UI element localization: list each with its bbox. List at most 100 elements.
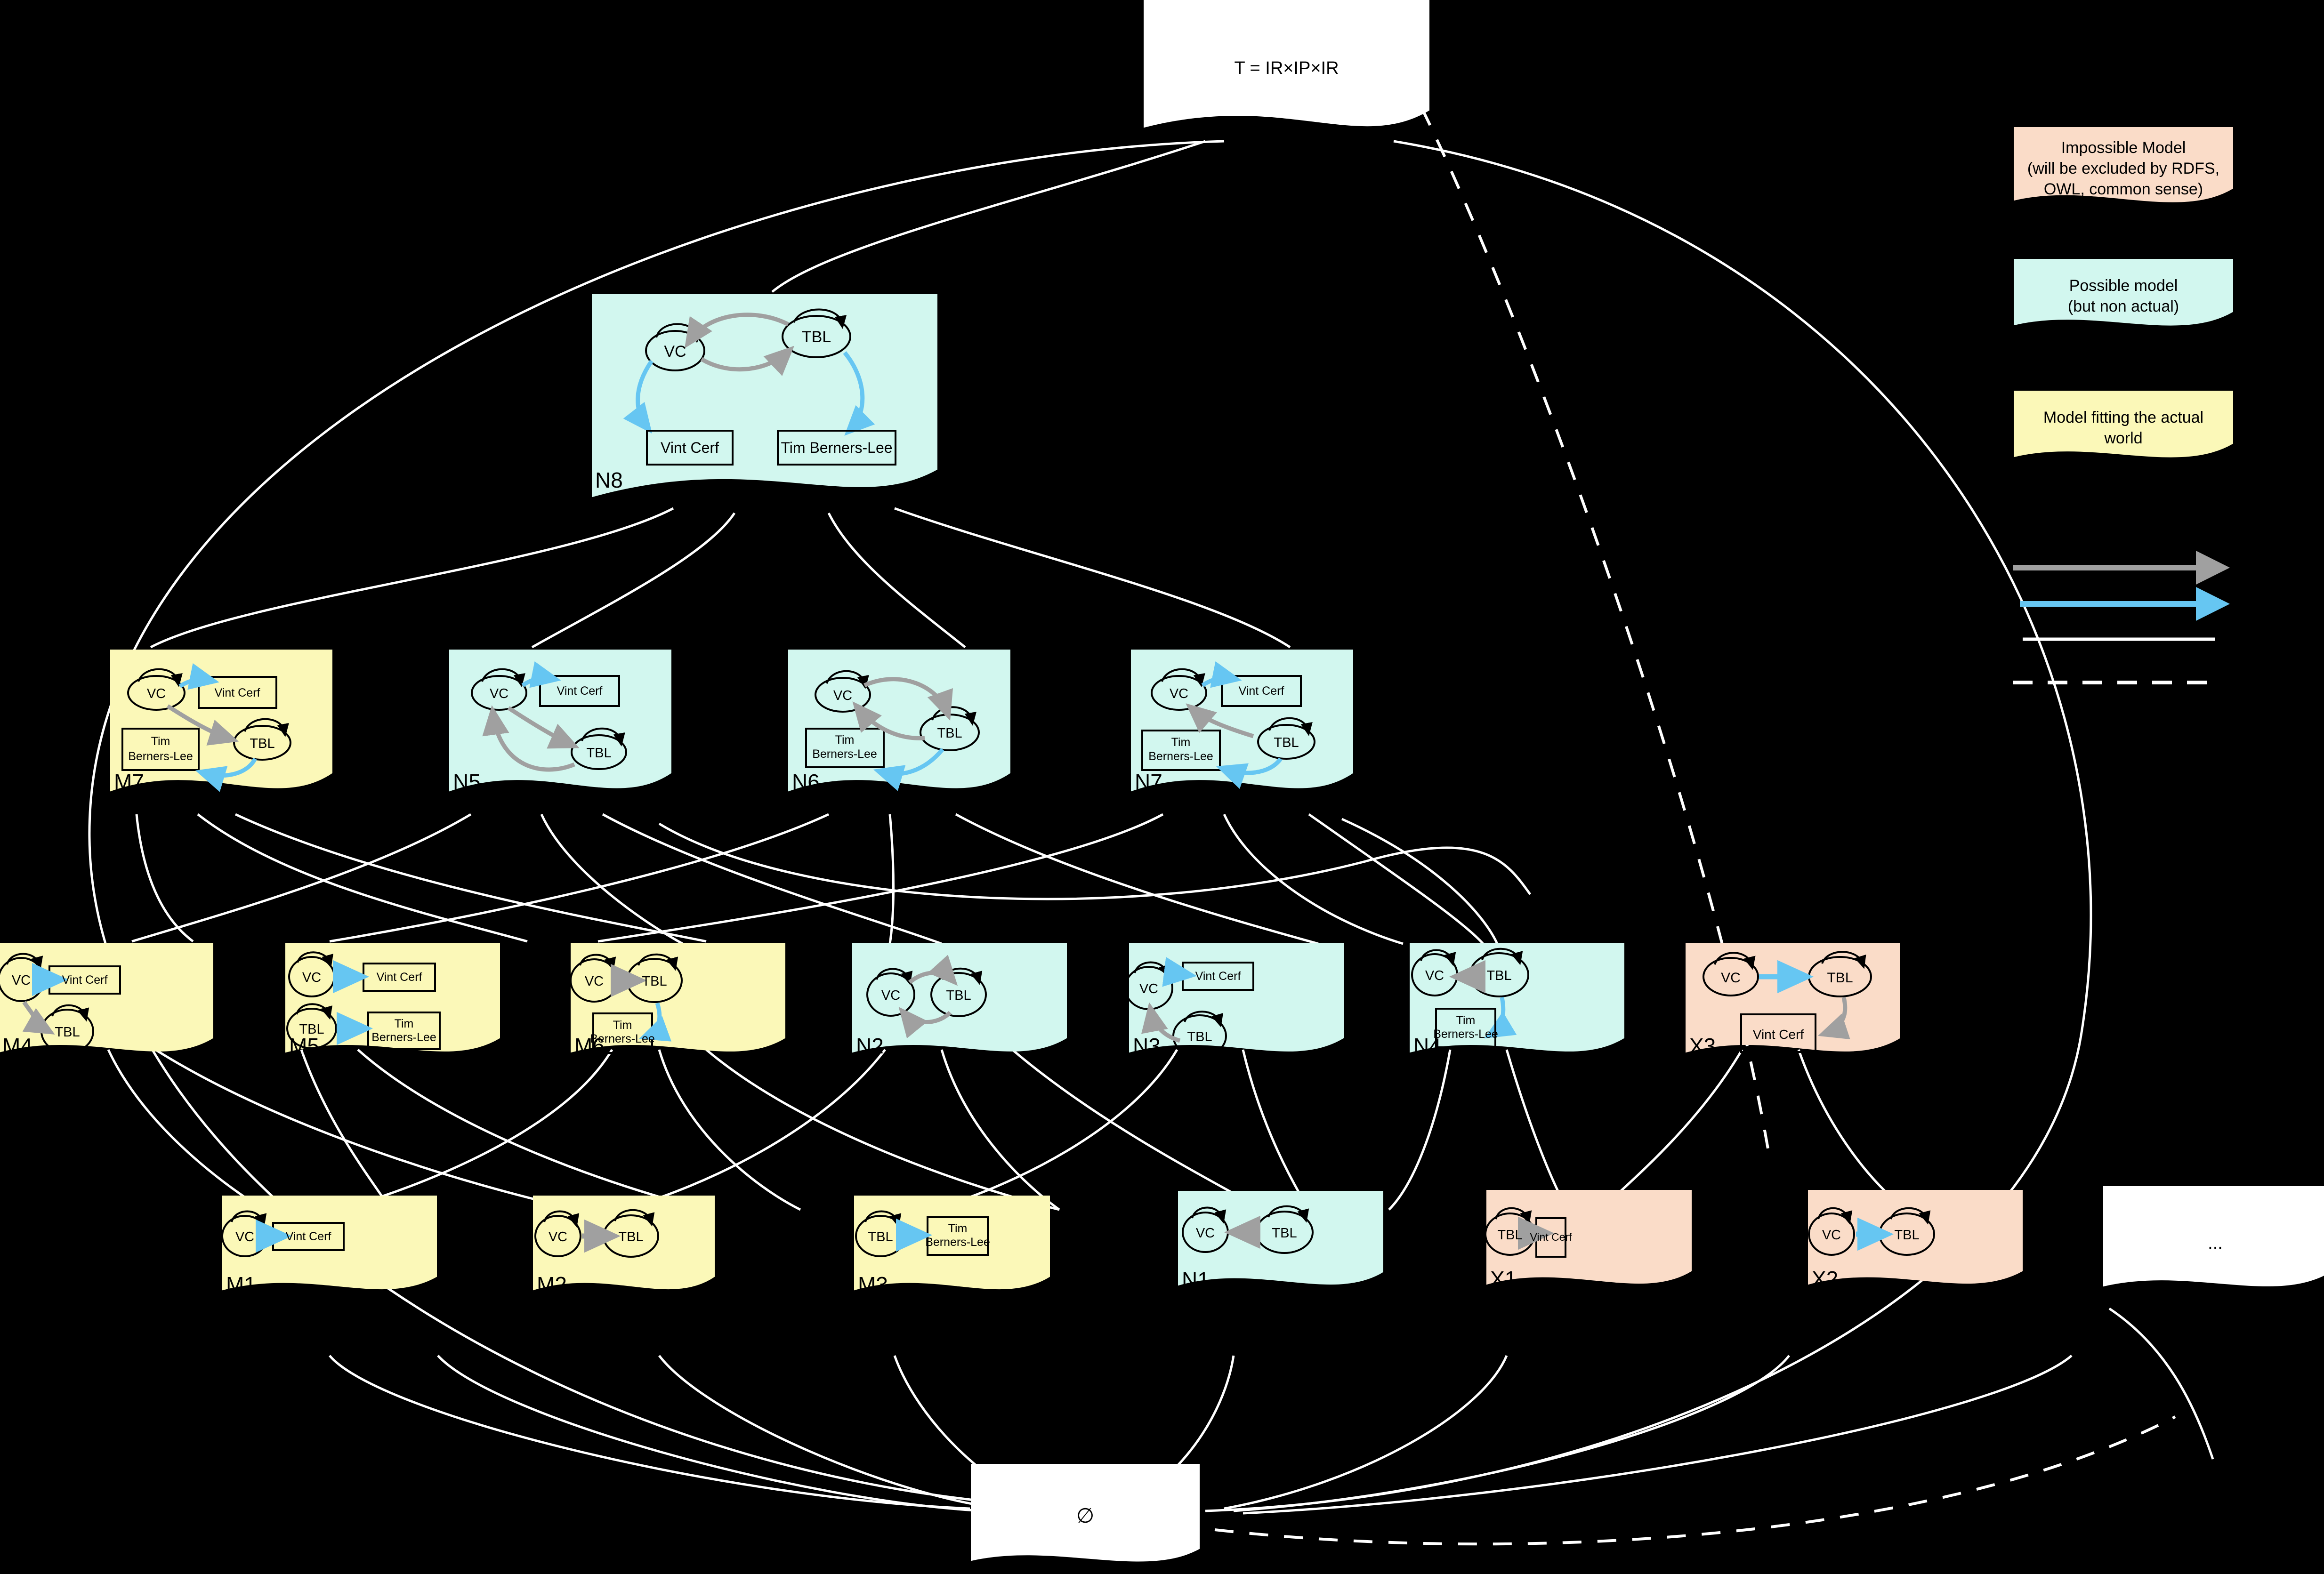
- svg-text:VC: VC: [147, 686, 166, 701]
- node-N8[interactable]: VC TBL Vint Cerf Tim Berners-Lee N8: [590, 294, 939, 513]
- node-N7[interactable]: VC TBL Vint Cerf Tim Berners-Lee N7: [1130, 650, 1354, 805]
- svg-text:TBL: TBL: [946, 988, 971, 1003]
- node-N4-label: N4: [1413, 1034, 1441, 1058]
- node-X3[interactable]: VC TBL Vint Cerf X3: [1685, 943, 1901, 1063]
- svg-text:Tim: Tim: [1171, 736, 1191, 749]
- svg-text:Vint Cerf: Vint Cerf: [661, 439, 719, 456]
- svg-text:VC: VC: [1196, 1226, 1215, 1241]
- node-T-label: T = IR×IP×IR: [1234, 58, 1339, 78]
- svg-text:Tim: Tim: [613, 1019, 632, 1032]
- node-N3-label: N3: [1133, 1034, 1161, 1058]
- node-N7-label: N7: [1135, 770, 1162, 794]
- node-M3[interactable]: TBL Tim Berners-Lee M3: [853, 1196, 1051, 1299]
- svg-text:VC: VC: [664, 343, 686, 361]
- node-M5-label: M5: [289, 1034, 319, 1058]
- legend-impossible-model: Impossible Model (will be excluded by RD…: [2013, 127, 2234, 217]
- node-N8-label: N8: [595, 468, 623, 492]
- svg-text:VC: VC: [881, 988, 900, 1003]
- svg-text:TBL: TBL: [937, 726, 962, 741]
- svg-text:VC: VC: [585, 974, 604, 989]
- node-N5[interactable]: VC TBL Vint Cerf N5: [448, 650, 672, 805]
- node-X1-label: X1: [1490, 1267, 1517, 1291]
- svg-text:TBL: TBL: [1274, 735, 1299, 750]
- node-M1[interactable]: VC Vint Cerf M1: [221, 1196, 438, 1299]
- svg-text:VC: VC: [302, 970, 321, 985]
- svg-text:Berners-Lee: Berners-Lee: [1433, 1028, 1498, 1041]
- svg-text:TBL: TBL: [1486, 968, 1511, 983]
- legend-impossible-model-text: Impossible Model (will be excluded by RD…: [2027, 139, 2220, 199]
- node-M2[interactable]: VC TBL M2: [532, 1196, 716, 1299]
- svg-text:VC: VC: [1425, 968, 1444, 983]
- node-M4[interactable]: VC TBL Vint Cerf M4: [0, 943, 214, 1063]
- svg-text:Tim: Tim: [1456, 1014, 1476, 1027]
- diagram-canvas: T = IR×IP×IR VC TBL Vint Cerf Tim Berner…: [0, 0, 2324, 1574]
- node-M7-label: M7: [114, 770, 144, 794]
- legend-possible-model-text: Possible model (but non actual): [2067, 277, 2179, 316]
- svg-text:TBL: TBL: [618, 1229, 643, 1245]
- node-N3[interactable]: VC TBL Vint Cerf N3: [1128, 943, 1345, 1063]
- svg-text:VC: VC: [235, 1229, 254, 1245]
- svg-text:Vint Cerf: Vint Cerf: [1195, 970, 1241, 983]
- node-X2-label: X2: [1812, 1267, 1839, 1291]
- node-N1[interactable]: VC TBL N1: [1177, 1191, 1384, 1294]
- node-M6[interactable]: VC TBL Tim Berners-Lee M6: [570, 943, 786, 1063]
- node-N1-label: N1: [1182, 1268, 1210, 1292]
- node-ellipsis-label: ...: [2208, 1233, 2223, 1253]
- legend-possible-model: Possible model (but non actual): [2013, 258, 2234, 339]
- node-ellipsis[interactable]: ...: [2102, 1186, 2324, 1299]
- svg-text:Vint Cerf: Vint Cerf: [377, 971, 422, 984]
- svg-text:TBL: TBL: [250, 736, 274, 751]
- N6-graph: VC TBL Tim Berners-Lee: [805, 670, 980, 791]
- svg-text:VC: VC: [1822, 1228, 1841, 1243]
- node-X2[interactable]: VC TBL X2: [1807, 1190, 2024, 1293]
- svg-text:Berners-Lee: Berners-Lee: [128, 750, 193, 763]
- svg-text:TBL: TBL: [1272, 1226, 1297, 1241]
- svg-text:TBL: TBL: [1187, 1029, 1212, 1044]
- svg-text:Vint Cerf: Vint Cerf: [286, 1230, 331, 1243]
- svg-text:Vint Cerf: Vint Cerf: [1753, 1027, 1804, 1042]
- node-X1[interactable]: TBL Vint Cerf X1: [1485, 1190, 1693, 1293]
- svg-text:TBL: TBL: [868, 1229, 893, 1245]
- N4-graph: VC TBL Tim Berners-Lee: [1411, 948, 1529, 1048]
- node-N6-label: N6: [792, 770, 820, 794]
- svg-text:Tim: Tim: [835, 733, 855, 747]
- node-M1-label: M1: [226, 1272, 256, 1297]
- svg-text:TBL: TBL: [586, 746, 611, 761]
- legend-actual-model: Model fitting the actual world: [2013, 390, 2234, 471]
- svg-text:Vint Cerf: Vint Cerf: [215, 686, 260, 699]
- node-M3-label: M3: [858, 1272, 888, 1297]
- svg-text:Tim: Tim: [395, 1017, 414, 1030]
- svg-text:VC: VC: [549, 1229, 567, 1245]
- svg-text:TBL: TBL: [55, 1025, 80, 1040]
- svg-text:VC: VC: [833, 688, 852, 703]
- svg-text:Vint Cerf: Vint Cerf: [557, 684, 603, 698]
- svg-text:VC: VC: [1170, 686, 1188, 701]
- svg-text:VC: VC: [490, 686, 508, 701]
- svg-text:VC: VC: [1721, 970, 1741, 986]
- node-M5[interactable]: VC TBL Vint Cerf Tim Berners-Lee M5: [284, 943, 501, 1063]
- N7-graph: VC TBL Vint Cerf Tim Berners-Lee: [1141, 661, 1315, 789]
- svg-text:TBL: TBL: [802, 328, 831, 346]
- svg-text:Berners-Lee: Berners-Lee: [371, 1031, 436, 1044]
- node-empty-set[interactable]: ∅: [970, 1464, 1201, 1572]
- node-T[interactable]: T = IR×IP×IR: [1142, 0, 1431, 138]
- node-empty-set-label: ∅: [1076, 1504, 1095, 1527]
- svg-text:TBL: TBL: [1497, 1228, 1522, 1243]
- node-N2[interactable]: VC TBL N2: [851, 943, 1068, 1063]
- node-M4-label: M4: [2, 1034, 32, 1058]
- N2-graph: VC TBL: [866, 955, 987, 1039]
- node-M7[interactable]: VC TBL Vint Cerf Tim Berners-Lee M7: [109, 650, 333, 805]
- node-N6[interactable]: VC TBL Tim Berners-Lee N6: [787, 650, 1011, 805]
- legend-actual-model-text: Model fitting the actual world: [2043, 409, 2204, 448]
- node-X3-label: X3: [1689, 1034, 1716, 1058]
- N3-graph: VC TBL Vint Cerf: [1128, 957, 1254, 1058]
- N8-graph: VC TBL Vint Cerf Tim Berners-Lee: [623, 308, 896, 466]
- node-N2-label: N2: [856, 1034, 884, 1058]
- node-N4[interactable]: VC TBL Tim Berners-Lee N4: [1409, 943, 1625, 1063]
- X2-graph: VC TBL: [1808, 1207, 1935, 1256]
- svg-text:TBL: TBL: [1827, 970, 1853, 986]
- svg-text:TBL: TBL: [1894, 1228, 1919, 1243]
- svg-text:Vint Cerf: Vint Cerf: [1530, 1231, 1572, 1243]
- N5-graph: VC TBL Vint Cerf: [471, 661, 627, 772]
- svg-text:Tim: Tim: [948, 1222, 968, 1235]
